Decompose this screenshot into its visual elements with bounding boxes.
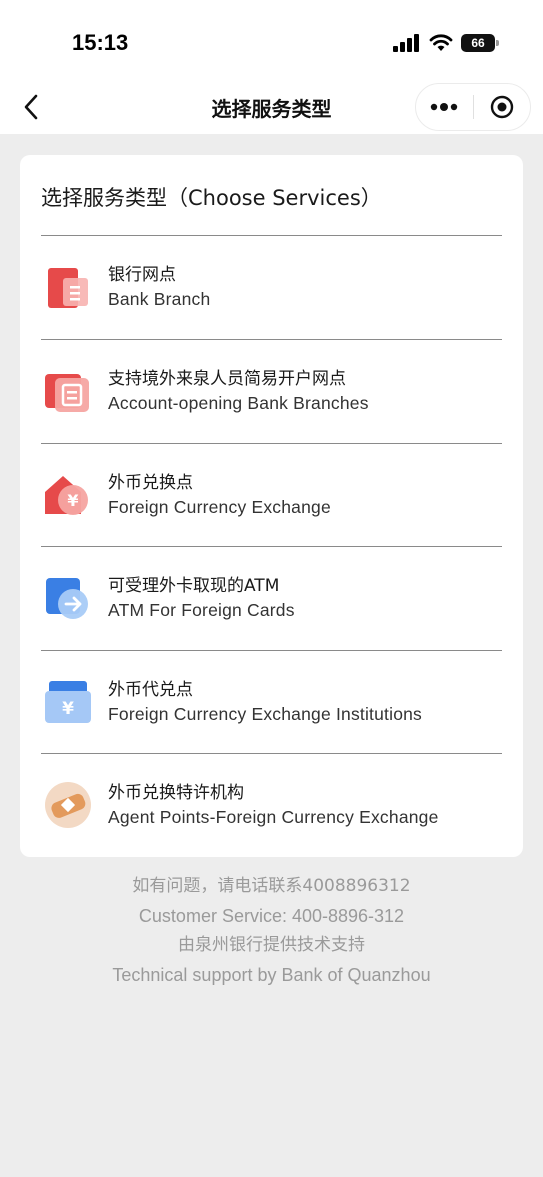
- services-card: 选择服务类型（Choose Services） 银行网点 Bank Branch…: [20, 155, 523, 857]
- support-phone-en: Customer Service: 400-8896-312: [138, 905, 405, 926]
- status-bar: 15:13 66: [0, 0, 543, 80]
- service-label-en: Foreign Currency Exchange: [108, 497, 331, 517]
- tech-support-en: Technical support by Bank of Quanzhou: [112, 964, 431, 985]
- atm-icon: [46, 578, 88, 619]
- service-item-exchange-institutions[interactable]: ¥ 外币代兑点 Foreign Currency Exchange Instit…: [41, 651, 522, 754]
- service-label-cn: 可受理外卡取现的ATM: [108, 576, 280, 596]
- service-label-en: Foreign Currency Exchange Institutions: [108, 704, 423, 724]
- service-item-bank-branch[interactable]: 银行网点 Bank Branch: [41, 236, 522, 339]
- status-time: 15:13: [72, 30, 129, 55]
- service-item-agent-points[interactable]: 外币兑换特许机构 Agent Points-Foreign Currency E…: [41, 754, 522, 857]
- service-item-account-opening[interactable]: 支持境外来泉人员简易开户网点 Account-opening Bank Bran…: [41, 340, 522, 443]
- service-label-cn: 银行网点: [108, 265, 176, 285]
- more-button[interactable]: [416, 84, 473, 130]
- service-item-atm[interactable]: 可受理外卡取现的ATM ATM For Foreign Cards: [41, 547, 522, 650]
- footer: 如有问题，请电话联系4008896312 Customer Service: 4…: [0, 872, 543, 990]
- service-label-en: Account-opening Bank Branches: [108, 393, 369, 413]
- service-label-en: Bank Branch: [108, 289, 211, 309]
- card-title: 选择服务类型（Choose Services）: [41, 186, 382, 210]
- signal-icon: [393, 34, 419, 52]
- service-label-en: ATM For Foreign Cards: [108, 600, 295, 620]
- service-label-cn: 外币代兑点: [108, 680, 193, 700]
- service-item-currency-exchange[interactable]: ¥ 外币兑换点 Foreign Currency Exchange: [41, 444, 522, 547]
- service-label-cn: 支持境外来泉人员简易开户网点: [108, 369, 346, 389]
- wifi-icon: [429, 34, 453, 51]
- svg-text:¥: ¥: [67, 491, 78, 510]
- more-dots-icon: [431, 103, 458, 111]
- close-mini-program-button[interactable]: [474, 84, 531, 130]
- battery-icon: 66: [461, 34, 499, 52]
- status-icons: 66: [393, 32, 499, 54]
- service-label-cn: 外币兑换特许机构: [108, 783, 244, 803]
- currency-exchange-icon: ¥: [45, 476, 88, 515]
- agent-points-icon: [45, 782, 91, 828]
- nav-bar: 选择服务类型: [0, 80, 543, 134]
- mini-program-capsule: [415, 83, 531, 131]
- svg-text:¥: ¥: [62, 699, 74, 719]
- tech-support-cn: 由泉州银行提供技术支持: [178, 935, 365, 955]
- support-phone-cn: 如有问题，请电话联系4008896312: [132, 876, 411, 896]
- service-label-en: Agent Points-Foreign Currency Exchange: [108, 807, 439, 827]
- target-circle-icon: [490, 95, 513, 119]
- exchange-institution-icon: ¥: [45, 681, 91, 723]
- service-label-cn: 外币兑换点: [108, 473, 193, 493]
- account-opening-icon: [45, 374, 89, 412]
- bank-branch-icon: [48, 268, 88, 308]
